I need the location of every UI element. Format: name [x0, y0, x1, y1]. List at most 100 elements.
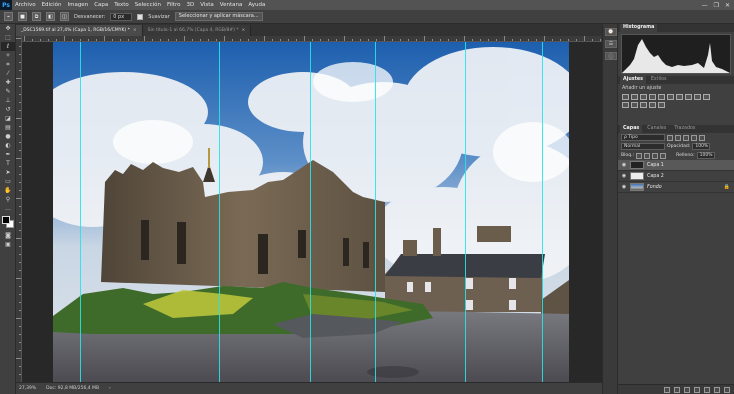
tab-dsc1569[interactable]: _DSC1569.tif al 27,4% (Capa 1, RGB/16/CM… — [16, 25, 143, 36]
channel-mixer-icon[interactable] — [703, 94, 710, 100]
restore-icon[interactable]: ❐ — [714, 2, 719, 9]
hue-saturation-icon[interactable] — [667, 94, 674, 100]
guide-line[interactable] — [310, 42, 311, 382]
filter-shape-icon[interactable] — [691, 134, 697, 141]
link-layers-icon[interactable] — [664, 386, 670, 393]
filter-type-icon[interactable] — [683, 134, 689, 141]
layer-name[interactable]: Capa 2 — [647, 174, 664, 179]
color-balance-icon[interactable] — [676, 94, 683, 100]
visibility-eye-icon[interactable]: ◉ — [621, 162, 627, 168]
menu-filtro[interactable]: Filtro — [164, 2, 183, 8]
eraser-icon[interactable]: ◪ — [1, 114, 15, 123]
tab-layers[interactable]: Capas — [620, 125, 643, 133]
lock-pixels-icon[interactable] — [636, 152, 643, 159]
menu-imagen[interactable]: Imagen — [64, 2, 91, 8]
properties-panel-icon[interactable]: ☰ — [605, 40, 617, 48]
guide-line[interactable] — [465, 42, 466, 382]
rectangle-icon[interactable]: ▭ — [1, 177, 15, 186]
visibility-eye-icon[interactable]: ◉ — [621, 173, 627, 179]
menu-texto[interactable]: Texto — [111, 2, 132, 8]
close-tab-icon[interactable]: × — [133, 28, 137, 33]
screen-mode-icon[interactable]: ▣ — [1, 240, 15, 249]
feather-input[interactable]: 0 px — [110, 12, 133, 21]
brush-icon[interactable]: ✎ — [1, 87, 15, 96]
spot-heal-icon[interactable]: ✚ — [1, 78, 15, 87]
tab-histogram[interactable]: Histograma — [620, 24, 658, 32]
blur-icon[interactable]: ● — [1, 132, 15, 141]
layer-name[interactable]: Capa 1 — [647, 163, 664, 168]
exposure-icon[interactable] — [649, 94, 656, 100]
guide-line[interactable] — [219, 42, 220, 382]
threshold-icon[interactable] — [640, 102, 647, 108]
menu-3d[interactable]: 3D — [183, 2, 197, 8]
tab-styles[interactable]: Estilos — [648, 76, 670, 84]
delete-layer-icon[interactable] — [724, 386, 730, 393]
invert-icon[interactable] — [622, 102, 629, 108]
visibility-eye-icon[interactable]: ◉ — [621, 184, 627, 190]
history-panel-icon[interactable]: ⌚ — [605, 28, 617, 36]
guide-line[interactable] — [542, 42, 543, 382]
tab-channels[interactable]: Canales — [644, 125, 669, 133]
menu-seleccion[interactable]: Selección — [132, 2, 164, 8]
color-swatches[interactable] — [1, 215, 15, 229]
layer-row[interactable]: ◉ Capa 2 — [618, 171, 734, 182]
close-icon[interactable]: ✕ — [725, 2, 730, 9]
black-white-icon[interactable] — [685, 94, 692, 100]
vibrance-icon[interactable] — [658, 94, 665, 100]
foreground-color-swatch[interactable] — [2, 216, 10, 224]
lock-all-icon[interactable] — [660, 152, 667, 159]
type-icon[interactable]: T — [1, 159, 15, 168]
history-brush-icon[interactable]: ↺ — [1, 105, 15, 114]
levels-icon[interactable] — [631, 94, 638, 100]
layer-name[interactable]: Fondo — [647, 185, 662, 190]
gradient-map-icon[interactable] — [649, 102, 656, 108]
menu-edicion[interactable]: Edición — [39, 2, 65, 8]
tab-paths[interactable]: Trazados — [671, 125, 698, 133]
kind-filter-select[interactable]: ρ Tipo — [621, 134, 665, 141]
crop-icon[interactable]: ⌗ — [1, 60, 15, 69]
eyedropper-icon[interactable]: ⁄ — [1, 69, 15, 78]
selective-color-icon[interactable] — [658, 102, 665, 108]
menu-vista[interactable]: Vista — [197, 2, 217, 8]
dodge-icon[interactable]: ◐ — [1, 141, 15, 150]
minimize-icon[interactable]: — — [702, 2, 708, 9]
opacity-input[interactable]: 100% — [692, 143, 711, 150]
menu-archivo[interactable]: Archivo — [12, 2, 39, 8]
status-arrow-icon[interactable]: › — [109, 386, 111, 391]
smooth-checkbox[interactable] — [137, 13, 144, 20]
filter-adjust-icon[interactable] — [675, 134, 681, 141]
tab-adjustments[interactable]: Ajustes — [620, 76, 647, 84]
lasso-preset-icon[interactable]: ⌁ — [4, 12, 13, 21]
add-selection-icon[interactable]: ⧉ — [32, 12, 41, 21]
layer-row[interactable]: ◉ Capa 1 — [618, 160, 734, 171]
posterize-icon[interactable] — [631, 102, 638, 108]
zoom-level[interactable]: 27,39% — [19, 386, 36, 391]
more-tools-icon[interactable]: … — [1, 204, 15, 213]
layer-style-icon[interactable] — [674, 386, 680, 393]
blend-mode-select[interactable]: Normal — [621, 143, 665, 150]
path-select-icon[interactable]: ➤ — [1, 168, 15, 177]
lasso-tool-icon[interactable]: ℓ — [1, 42, 15, 51]
curves-icon[interactable] — [640, 94, 647, 100]
magic-wand-icon[interactable]: ✧ — [1, 51, 15, 60]
quick-mask-icon[interactable]: ◙ — [1, 231, 15, 240]
menu-ayuda[interactable]: Ayuda — [245, 2, 268, 8]
lock-position-icon[interactable] — [652, 152, 659, 159]
photo-filter-icon[interactable] — [694, 94, 701, 100]
lock-paint-icon[interactable] — [644, 152, 651, 159]
menu-ventana[interactable]: Ventana — [217, 2, 246, 8]
clone-stamp-icon[interactable]: ⊥ — [1, 96, 15, 105]
brightness-icon[interactable] — [622, 94, 629, 100]
guide-line[interactable] — [375, 42, 376, 382]
filter-smart-icon[interactable] — [699, 134, 705, 141]
zoom-icon[interactable]: ⚲ — [1, 195, 15, 204]
select-mask-button[interactable]: Seleccionar y aplicar máscara... — [174, 12, 263, 21]
info-panel-icon[interactable]: ⓘ — [605, 52, 617, 60]
new-layer-icon[interactable] — [714, 386, 720, 393]
hand-icon[interactable]: ✋ — [1, 186, 15, 195]
add-mask-icon[interactable] — [684, 386, 690, 393]
new-selection-icon[interactable]: ■ — [18, 12, 27, 21]
document-size[interactable]: Doc: 92,8 MB/256,4 MB — [46, 386, 99, 391]
layer-row[interactable]: ◉ Fondo 🔒 — [618, 182, 734, 193]
pen-icon[interactable]: ✒ — [1, 150, 15, 159]
